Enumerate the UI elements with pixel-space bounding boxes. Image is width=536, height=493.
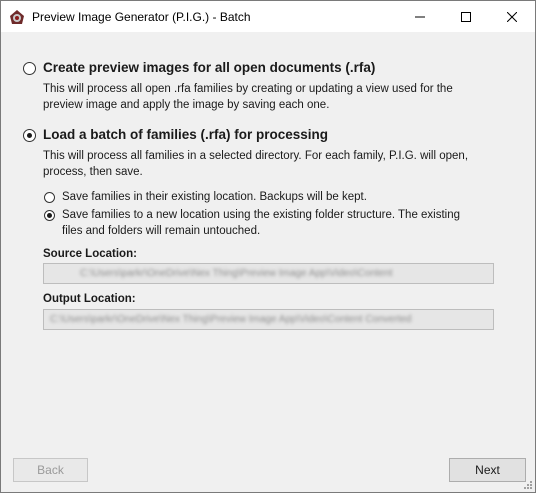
existing-location-radio[interactable] — [44, 192, 55, 203]
new-location-label[interactable]: Save families to a new location using th… — [62, 207, 460, 239]
open-documents-heading[interactable]: Create preview images for all open docum… — [43, 60, 375, 75]
dialog-content: Create preview images for all open docum… — [1, 32, 535, 492]
batch-heading[interactable]: Load a batch of families (.rfa) for proc… — [43, 127, 328, 142]
existing-location-label[interactable]: Save families in their existing location… — [62, 189, 367, 205]
output-location-label: Output Location: — [43, 293, 136, 305]
next-button[interactable]: Next — [449, 458, 526, 482]
new-location-radio[interactable] — [44, 210, 55, 221]
maximize-button[interactable] — [443, 1, 489, 32]
batch-description: This will process all families in a sele… — [43, 150, 469, 178]
dialog-window: Preview Image Generator (P.I.G.) - Batch… — [0, 0, 536, 493]
pig-app-icon — [9, 9, 25, 25]
minimize-button[interactable] — [397, 1, 443, 32]
minimize-icon — [415, 16, 425, 17]
source-location-label: Source Location: — [43, 248, 137, 260]
back-button[interactable]: Back — [13, 458, 88, 482]
title-bar: Preview Image Generator (P.I.G.) - Batch — [1, 1, 535, 32]
resize-grip-icon[interactable] — [522, 479, 532, 489]
open-documents-radio[interactable] — [23, 62, 36, 75]
open-documents-description: This will process all open .rfa families… — [43, 83, 453, 111]
close-button[interactable] — [489, 1, 535, 32]
window-title: Preview Image Generator (P.I.G.) - Batch — [32, 10, 251, 24]
source-location-field[interactable]: C:\Users\parkr\OneDrive\Nex Thing\Previe… — [43, 263, 494, 284]
maximize-icon — [461, 11, 471, 22]
batch-radio[interactable] — [23, 129, 36, 142]
radio-selected-dot — [27, 133, 32, 138]
radio-selected-dot — [47, 213, 52, 218]
source-location-value: C:\Users\parkr\OneDrive\Nex Thing\Previe… — [80, 268, 393, 279]
output-location-value: C:\Users\parkr\OneDrive\Nex Thing\Previe… — [50, 314, 412, 325]
output-location-field[interactable]: C:\Users\parkr\OneDrive\Nex Thing\Previe… — [43, 309, 494, 330]
close-icon — [507, 11, 517, 22]
